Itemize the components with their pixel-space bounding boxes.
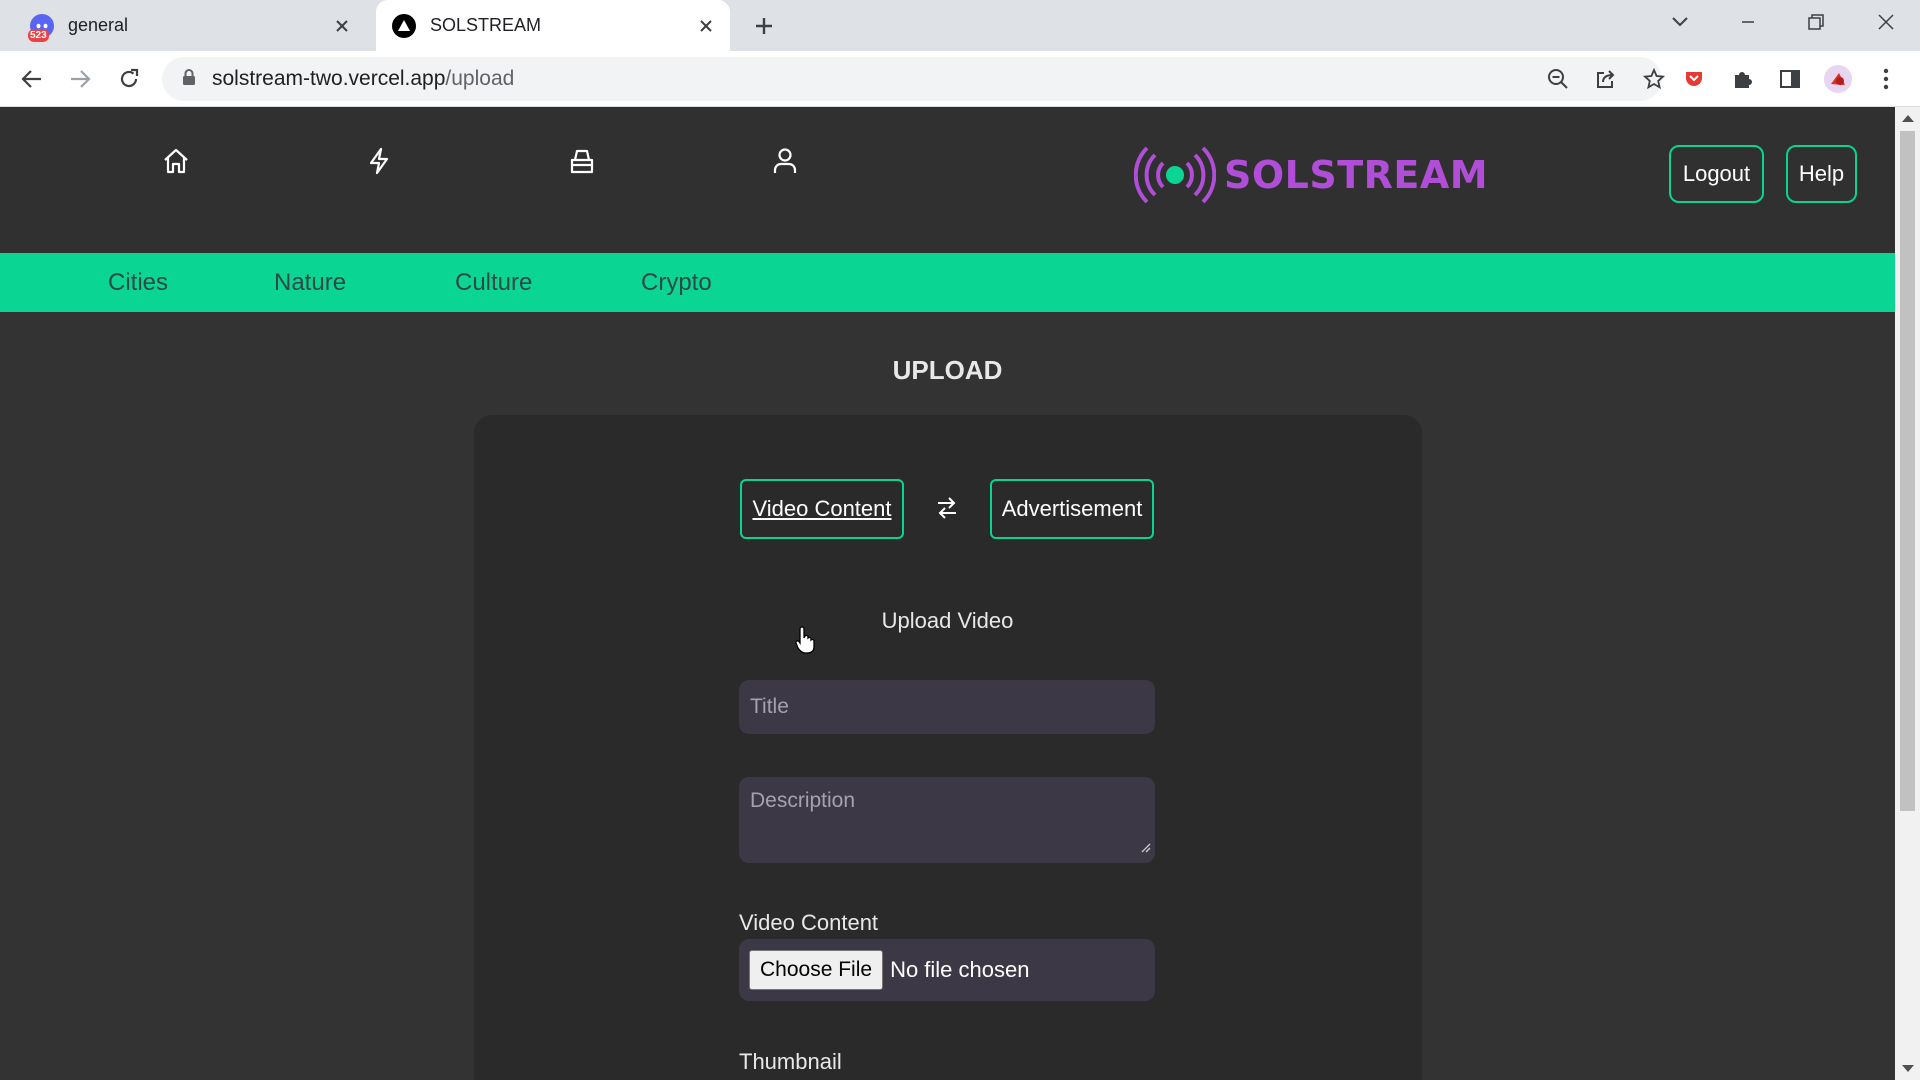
url-text: solstream-two.vercel.app/upload: [212, 67, 514, 91]
reload-icon[interactable]: [109, 59, 149, 99]
category-crypto[interactable]: Crypto: [641, 253, 712, 312]
address-bar[interactable]: solstream-two.vercel.app/upload: [162, 57, 1665, 101]
zoom-icon[interactable]: [1538, 59, 1578, 99]
close-tab-icon[interactable]: [328, 12, 356, 40]
url-path: /upload: [445, 67, 515, 90]
browser-toolbar: solstream-two.vercel.app/upload: [0, 51, 1920, 107]
description-textarea[interactable]: Description: [739, 777, 1155, 863]
hand-cursor-icon: [795, 625, 819, 660]
back-icon[interactable]: [12, 59, 52, 99]
extension-shield-icon[interactable]: [1674, 59, 1714, 99]
close-window-icon[interactable]: [1858, 0, 1914, 44]
logout-button[interactable]: Logout: [1669, 145, 1764, 203]
notification-badge: 523: [28, 28, 49, 42]
tab-title: general: [68, 15, 129, 35]
swap-arrows-icon[interactable]: [932, 493, 962, 525]
logout-label: Logout: [1682, 161, 1751, 186]
scroll-down-arrow-icon[interactable]: [1902, 1065, 1914, 1072]
forward-icon[interactable]: [60, 59, 100, 99]
video-content-toggle-label: Video Content: [752, 496, 892, 521]
title-placeholder: Title: [750, 695, 789, 718]
tab-search-icon[interactable]: [1652, 0, 1708, 44]
video-file-input[interactable]: Choose File No file chosen: [739, 939, 1155, 1001]
video-content-label: Video Content: [739, 910, 879, 935]
lightning-icon[interactable]: [357, 139, 401, 183]
help-button[interactable]: Help: [1786, 145, 1857, 203]
page-scrollbar[interactable]: [1895, 107, 1920, 1080]
broadcast-logo-icon: [1134, 146, 1216, 204]
category-cities[interactable]: Cities: [108, 253, 168, 312]
logo-text: SOLSTREAM: [1224, 153, 1489, 197]
category-culture[interactable]: Culture: [455, 253, 532, 312]
help-label: Help: [1798, 161, 1845, 186]
url-host: solstream-two.vercel.app: [212, 67, 446, 90]
minimize-icon[interactable]: [1720, 0, 1776, 44]
tab-title: SOLSTREAM: [430, 15, 542, 35]
tab-solstream[interactable]: SOLSTREAM: [376, 0, 730, 51]
scrollbar-thumb[interactable]: [1900, 131, 1915, 811]
restore-icon[interactable]: [1788, 0, 1844, 44]
menu-kebab-icon[interactable]: [1866, 59, 1906, 99]
description-placeholder: Description: [750, 789, 856, 812]
bookmark-star-icon[interactable]: [1634, 59, 1674, 99]
home-icon[interactable]: [154, 139, 198, 183]
resize-handle-icon[interactable]: [1139, 835, 1151, 859]
user-icon[interactable]: [763, 139, 807, 183]
thumbnail-label: Thumbnail: [739, 1049, 842, 1074]
tab-general[interactable]: 523 general: [14, 0, 366, 51]
title-input[interactable]: Title: [739, 680, 1155, 734]
category-nature[interactable]: Nature: [274, 253, 346, 312]
category-bar: Cities Nature Culture Crypto: [0, 253, 1895, 312]
side-panel-icon[interactable]: [1770, 59, 1810, 99]
share-icon[interactable]: [1586, 59, 1626, 99]
scroll-up-arrow-icon[interactable]: [1902, 115, 1914, 122]
advertisement-toggle[interactable]: Advertisement: [990, 479, 1154, 539]
extensions-puzzle-icon[interactable]: [1722, 59, 1762, 99]
discord-icon: 523: [28, 13, 54, 42]
lock-icon[interactable]: [182, 68, 196, 91]
advertisement-toggle-label: Advertisement: [1001, 496, 1143, 521]
new-tab-icon[interactable]: [746, 8, 782, 44]
video-content-toggle[interactable]: Video Content: [740, 479, 904, 539]
browser-tab-strip: 523 general SOLSTREAM: [0, 0, 1920, 51]
choose-file-button[interactable]: Choose File: [749, 950, 884, 990]
page-viewport: SOLSTREAM Logout Help Cities Nature Cult…: [0, 107, 1920, 1080]
close-tab-icon[interactable]: [692, 12, 720, 40]
file-status: No file chosen: [890, 957, 1030, 982]
profile-avatar[interactable]: [1818, 59, 1858, 99]
bag-icon[interactable]: [560, 139, 604, 183]
solstream-logo[interactable]: SOLSTREAM: [1134, 143, 1488, 207]
site-header: SOLSTREAM Logout Help: [0, 107, 1895, 253]
form-heading: Upload Video: [881, 608, 1014, 633]
vercel-icon: [392, 13, 416, 38]
page-title: UPLOAD: [892, 355, 1003, 385]
